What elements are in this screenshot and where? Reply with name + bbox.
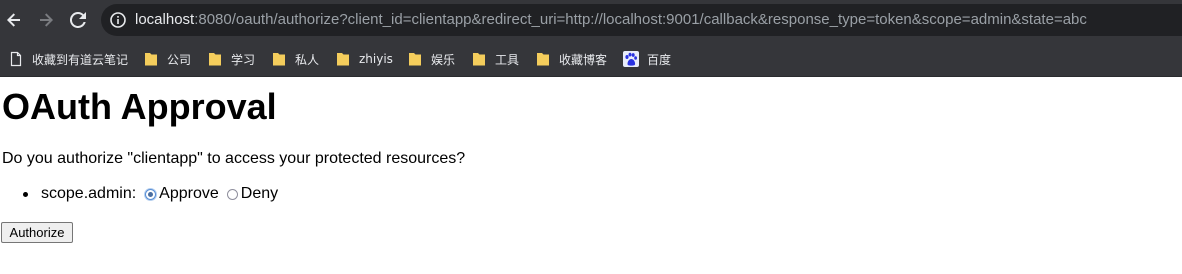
folder-icon: [409, 53, 421, 66]
bookmark-label: zhiyis: [359, 52, 393, 66]
approve-radio[interactable]: [145, 188, 157, 200]
url-path: :8080/oauth/authorize?client_id=clientap…: [194, 11, 1087, 28]
bookmark-label: 娱乐: [431, 52, 456, 67]
bookmark-folder-study[interactable]: 学习: [207, 49, 255, 69]
page-icon: [10, 51, 22, 67]
bookmark-youdao[interactable]: 收藏到有道云笔记: [8, 49, 128, 69]
info-icon[interactable]: [110, 12, 126, 28]
bookmark-label: 私人: [295, 52, 320, 67]
bookmark-folder-blogs[interactable]: 收藏博客: [535, 49, 607, 69]
bookmark-baidu[interactable]: 百度: [623, 49, 671, 69]
scope-list: scope.admin: Approve Deny: [0, 185, 278, 203]
bookmark-label: 收藏博客: [559, 52, 608, 67]
reload-button[interactable]: [66, 8, 90, 32]
baidu-paw-icon: [623, 51, 639, 67]
folder-icon: [273, 53, 285, 66]
bookmark-label: 百度: [647, 52, 672, 67]
deny-label[interactable]: Deny: [241, 185, 278, 203]
bookmark-folder-entertainment[interactable]: 娱乐: [407, 49, 455, 69]
authorize-button[interactable]: Authorize: [1, 222, 73, 243]
bookmarks-bar: 收藏到有道云笔记 公司 学习 私人 zhiyis 娱乐 工具 收藏博客 百度: [0, 40, 1182, 77]
reload-icon: [70, 12, 86, 28]
folder-icon: [537, 53, 549, 66]
approve-label[interactable]: Approve: [159, 185, 219, 203]
authorization-question: Do you authorize "clientapp" to access y…: [2, 150, 466, 167]
page-content: OAuth Approval Do you authorize "clienta…: [0, 77, 1182, 274]
bookmark-label: 收藏到有道云笔记: [32, 52, 129, 67]
scope-label: scope.admin:: [41, 185, 137, 202]
browser-toolbar: localhost:8080/oauth/authorize?client_id…: [0, 0, 1182, 40]
folder-icon: [473, 53, 485, 66]
folder-icon: [209, 53, 221, 66]
bookmark-label: 公司: [167, 52, 192, 67]
folder-icon: [145, 53, 157, 66]
address-bar[interactable]: localhost:8080/oauth/authorize?client_id…: [101, 4, 1182, 36]
bookmark-label: 学习: [231, 52, 256, 67]
list-bullet: [23, 192, 28, 197]
back-button[interactable]: [2, 8, 26, 32]
folder-icon: [337, 53, 349, 66]
page-title: OAuth Approval: [2, 86, 277, 127]
url-host: localhost: [135, 11, 195, 28]
arrow-left-icon: [7, 13, 20, 27]
scope-item-admin: scope.admin: Approve Deny: [0, 185, 278, 203]
bookmark-folder-zhiyis[interactable]: zhiyis: [335, 49, 393, 69]
bookmark-folder-company[interactable]: 公司: [143, 49, 191, 69]
forward-button[interactable]: [34, 8, 58, 32]
bookmark-label: 工具: [495, 52, 520, 67]
bookmark-folder-private[interactable]: 私人: [271, 49, 319, 69]
url-text[interactable]: localhost:8080/oauth/authorize?client_id…: [135, 11, 1087, 29]
arrow-right-icon: [40, 13, 53, 27]
bookmark-folder-tools[interactable]: 工具: [471, 49, 519, 69]
deny-radio[interactable]: [226, 188, 238, 200]
